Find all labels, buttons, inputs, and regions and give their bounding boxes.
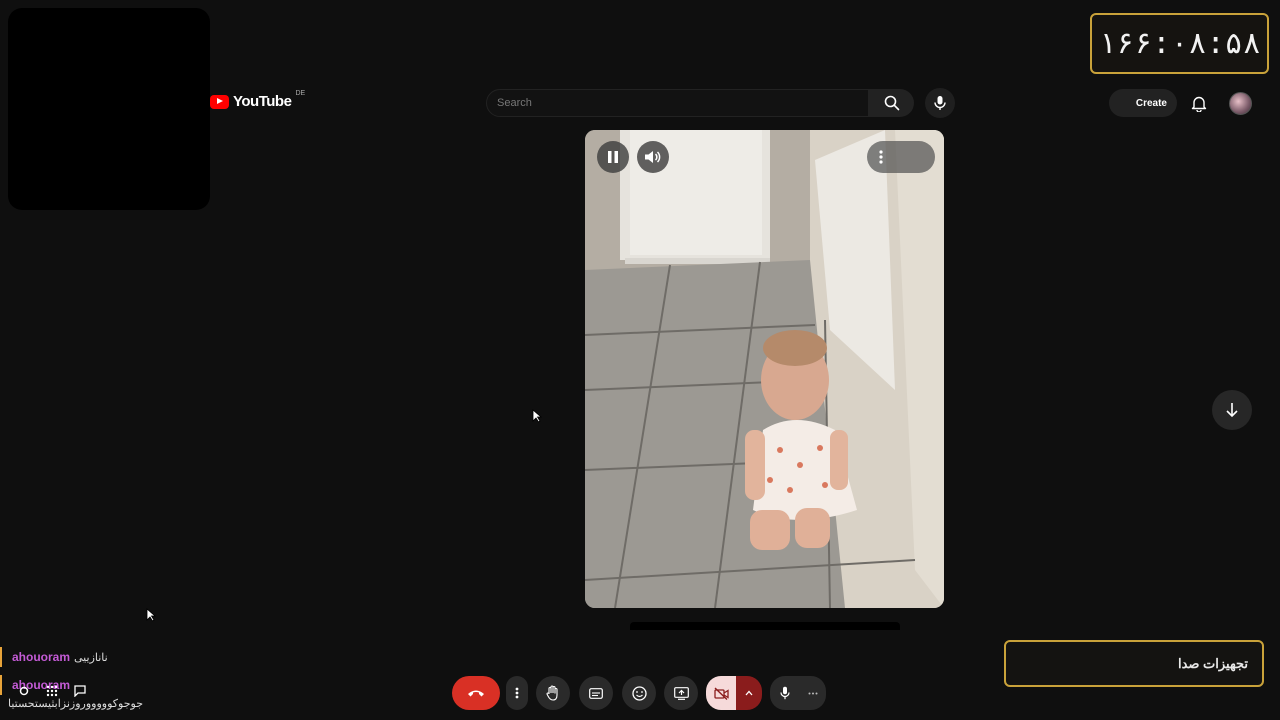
end-call-icon [468, 690, 484, 697]
captions-button[interactable] [579, 676, 613, 710]
settings-icon[interactable] [18, 685, 30, 697]
audio-devices-panel[interactable]: تجهیزات صدا [1004, 640, 1264, 687]
more-options-button[interactable] [506, 676, 528, 710]
emoji-icon [631, 685, 647, 701]
clock-overlay: ۱۶۶:۰۸:۵۸ [1090, 13, 1269, 74]
volume-button[interactable] [637, 141, 669, 173]
pause-button[interactable] [597, 141, 629, 173]
chat-message: ahouoram نانازییی [0, 647, 108, 667]
chat-text: نانازییی [74, 651, 108, 664]
raise-hand-button[interactable] [536, 676, 570, 710]
create-button[interactable]: Create [1109, 89, 1177, 117]
self-video-tile [8, 8, 210, 210]
mouse-cursor [532, 409, 542, 423]
notifications-button[interactable] [1186, 90, 1212, 116]
next-video-button[interactable] [1212, 390, 1252, 430]
youtube-play-icon [210, 94, 229, 109]
search-box [486, 89, 869, 117]
search-button[interactable] [869, 89, 914, 117]
mic-icon [780, 686, 790, 700]
clock-time: ۱۶۶:۰۸:۵۸ [1098, 26, 1261, 61]
short-video-player[interactable] [585, 130, 944, 608]
camera-toggle-button[interactable] [706, 676, 736, 710]
microphone-options-button[interactable] [800, 676, 826, 710]
pause-icon [608, 151, 618, 163]
video-more-button[interactable] [867, 141, 935, 173]
youtube-region-label: DE [295, 90, 306, 97]
reactions-button[interactable] [622, 676, 656, 710]
mic-icon [934, 96, 946, 110]
present-screen-button[interactable] [664, 676, 698, 710]
captions-icon [589, 687, 603, 699]
camera-options-button[interactable] [736, 676, 762, 710]
volume-icon [645, 151, 661, 163]
chat-username: ahouoram [12, 650, 71, 664]
voice-search-button[interactable] [925, 88, 955, 118]
camera-off-icon [713, 686, 729, 700]
raise-hand-icon [546, 685, 558, 701]
arrow-down-icon [1226, 403, 1238, 418]
audio-devices-label: تجهیزات صدا [1177, 655, 1248, 671]
end-call-button[interactable] [452, 676, 500, 710]
mouse-cursor [146, 608, 156, 622]
chat-bubble-icon[interactable] [74, 685, 86, 697]
next-video-strip [630, 622, 900, 630]
youtube-logo-text: YouTube [233, 93, 292, 110]
present-icon [673, 686, 689, 700]
caret-up-icon [745, 690, 753, 696]
avatar[interactable] [1229, 92, 1252, 115]
chat-text: جوجوکوووووروزنزابثیستحستیا [8, 698, 143, 710]
chat-toolbar [18, 685, 86, 697]
create-label: Create [1135, 97, 1167, 109]
video-frame-image [585, 130, 944, 608]
search-input[interactable] [497, 97, 868, 109]
youtube-logo[interactable]: YouTube DE [210, 90, 306, 110]
apps-grid-icon[interactable] [46, 685, 58, 697]
more-icon [515, 687, 519, 699]
more-icon [879, 150, 883, 164]
more-horizontal-icon [808, 692, 818, 694]
bell-icon [1191, 96, 1207, 112]
microphone-toggle-button[interactable] [770, 676, 800, 710]
search-icon [884, 95, 899, 111]
